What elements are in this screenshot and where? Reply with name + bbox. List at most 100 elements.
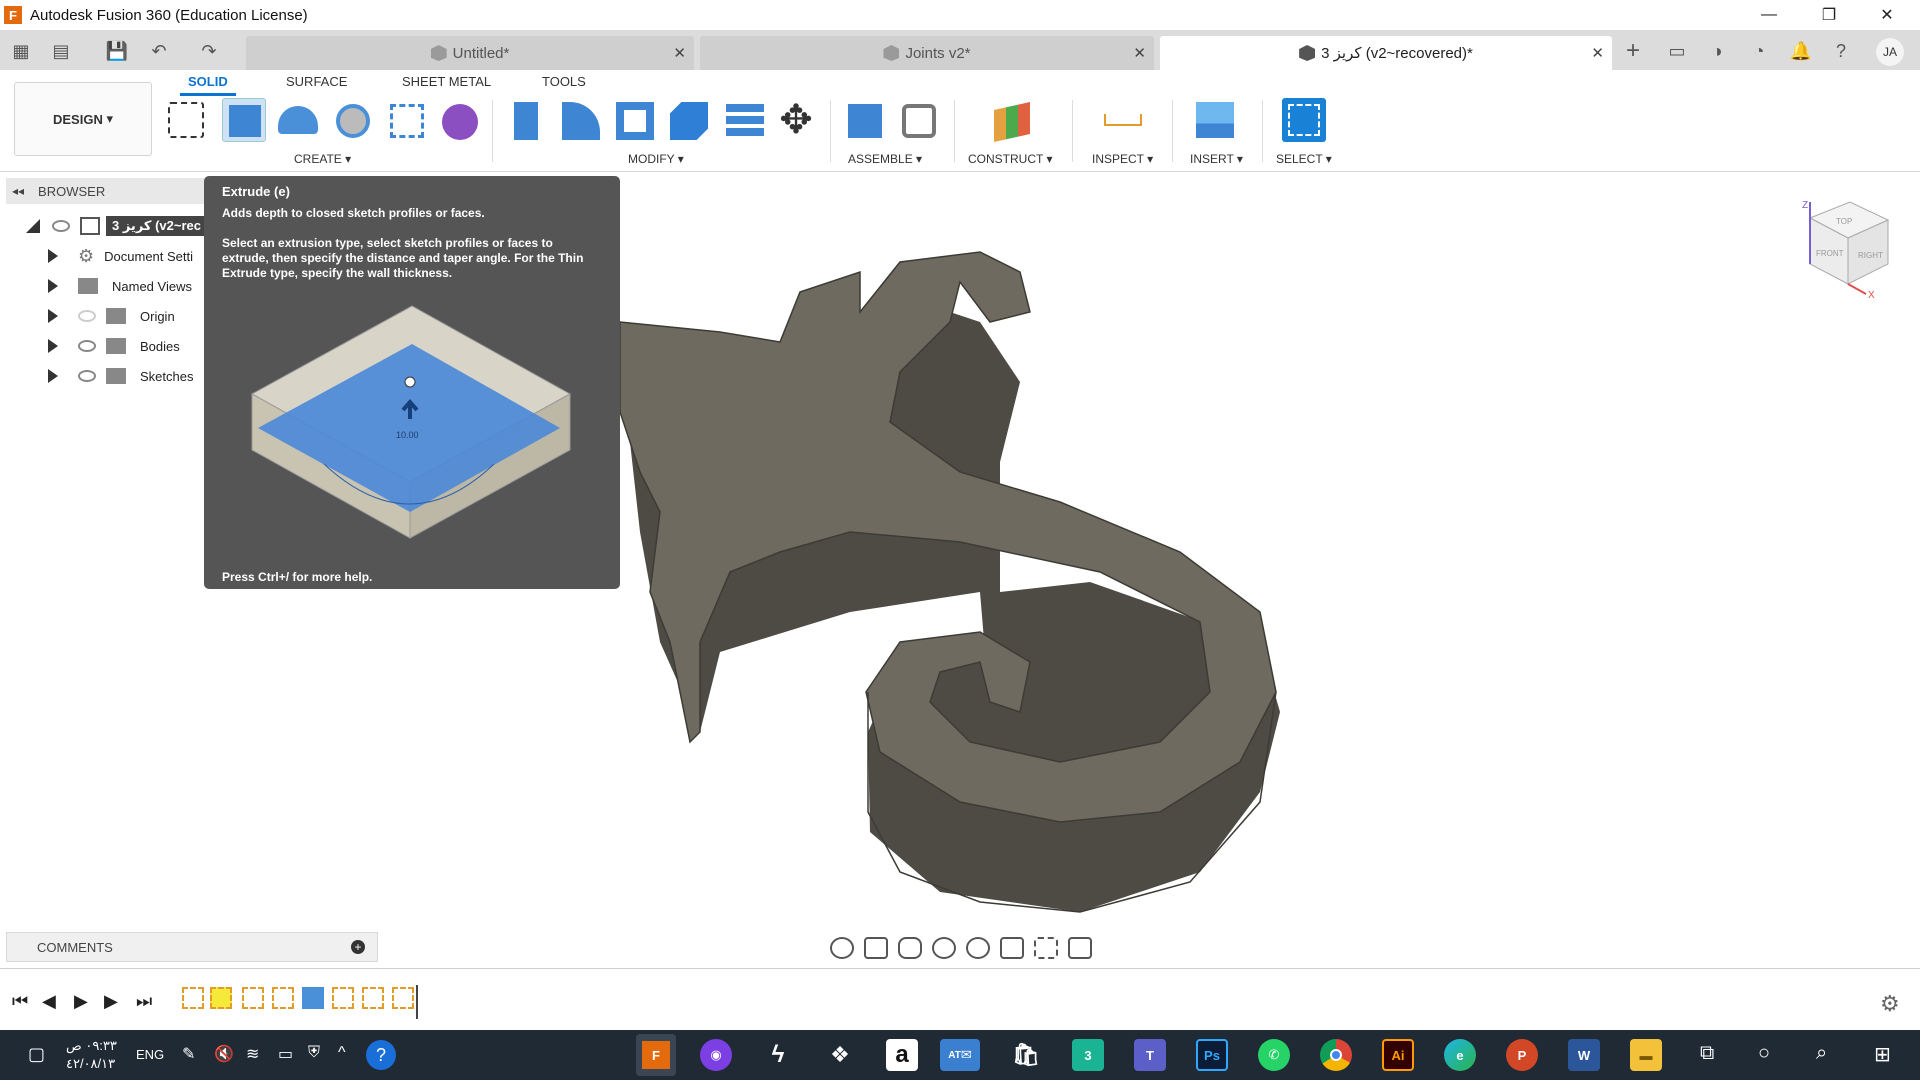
view-cube-right-label[interactable]: RIGHT bbox=[1858, 251, 1883, 260]
tab-tools[interactable]: TOOLS bbox=[542, 74, 586, 89]
help-app-icon[interactable]: ? bbox=[366, 1040, 396, 1070]
taskbar-photoshop-app[interactable]: Ps bbox=[1196, 1039, 1228, 1071]
data-panel-grid-icon[interactable]: ▦ bbox=[8, 38, 34, 64]
history-clock-icon[interactable]: ◔ bbox=[1746, 38, 1772, 64]
extrude-icon[interactable] bbox=[222, 98, 266, 142]
close-tab-icon[interactable]: ✕ bbox=[673, 44, 686, 62]
joint-icon[interactable] bbox=[896, 98, 940, 142]
browser-item-origin[interactable]: Origin bbox=[0, 302, 175, 330]
tab-sheet-metal[interactable]: SHEET METAL bbox=[402, 74, 491, 89]
timeline-sketch-feature[interactable] bbox=[392, 987, 414, 1009]
look-at-icon[interactable] bbox=[864, 937, 888, 959]
language-indicator[interactable]: ENG bbox=[136, 1047, 164, 1062]
taskbar-whatsapp-app[interactable]: ✆ bbox=[1258, 1039, 1290, 1071]
taskbar-illustrator-app[interactable]: Ai bbox=[1382, 1039, 1414, 1071]
go-to-start-icon[interactable]: ⏮ bbox=[12, 991, 28, 1012]
tab-joints[interactable]: Joints v2* ✕ bbox=[700, 36, 1154, 70]
timeline-sketch-feature[interactable] bbox=[242, 987, 264, 1009]
collapse-triangle-icon[interactable] bbox=[26, 219, 40, 233]
show-hidden-icons-chevron[interactable]: ^ bbox=[338, 1044, 346, 1062]
browser-item-document-settings[interactable]: ⚙ Document Setti bbox=[0, 242, 193, 270]
pan-hand-icon[interactable] bbox=[898, 937, 922, 959]
create-sketch-icon[interactable] bbox=[168, 102, 204, 138]
grid-settings-icon[interactable] bbox=[1034, 937, 1058, 959]
view-cube[interactable]: TOP FRONT RIGHT Z X bbox=[1800, 198, 1890, 301]
minimize-button[interactable]: — bbox=[1740, 0, 1798, 30]
timeline-sketch-feature[interactable] bbox=[332, 987, 354, 1009]
close-tab-icon[interactable]: ✕ bbox=[1133, 44, 1146, 62]
cortana-circle-icon[interactable]: ○ bbox=[1758, 1042, 1770, 1065]
save-icon[interactable]: 💾 bbox=[104, 38, 130, 64]
timeline-marker[interactable] bbox=[416, 985, 418, 1019]
step-forward-icon[interactable]: ▶ bbox=[104, 991, 118, 1012]
close-window-button[interactable]: ✕ bbox=[1858, 0, 1916, 30]
play-icon[interactable]: ▶ bbox=[74, 991, 88, 1012]
visibility-eye-icon[interactable] bbox=[78, 340, 96, 352]
zoom-window-icon[interactable] bbox=[966, 937, 990, 959]
close-tab-icon[interactable]: ✕ bbox=[1591, 44, 1604, 62]
timeline-settings-gear-icon[interactable]: ⚙ bbox=[1880, 991, 1900, 1017]
timeline-extrude-feature[interactable] bbox=[302, 987, 324, 1009]
fillet-icon[interactable] bbox=[558, 98, 602, 142]
taskbar-teams-app[interactable]: T bbox=[1134, 1039, 1166, 1071]
expand-triangle-icon[interactable] bbox=[48, 249, 58, 263]
offset-face-icon[interactable] bbox=[720, 98, 764, 142]
taskbar-word-app[interactable]: W bbox=[1568, 1039, 1600, 1071]
tab-solid[interactable]: SOLID bbox=[180, 74, 236, 96]
modify-menu-label[interactable]: MODIFY ▾ bbox=[628, 152, 684, 166]
taskbar-dropbox-app[interactable]: ❖ bbox=[824, 1039, 856, 1071]
taskbar-date[interactable]: ٤٢/٠٨/١٣ bbox=[66, 1056, 115, 1072]
notification-center-icon[interactable]: ▢ bbox=[28, 1044, 45, 1065]
visibility-eye-icon[interactable] bbox=[78, 370, 96, 382]
start-windows-icon[interactable]: ⊞ bbox=[1874, 1042, 1891, 1067]
notifications-bell-icon[interactable]: 🔔 bbox=[1788, 38, 1814, 64]
job-status-icon[interactable]: ▭ bbox=[1664, 38, 1690, 64]
tab-active-document[interactable]: كريز 3 (v2~recovered)* ✕ bbox=[1160, 36, 1612, 70]
taskbar-fusion-app[interactable]: F bbox=[636, 1034, 676, 1076]
expand-triangle-icon[interactable] bbox=[48, 279, 58, 293]
orbit-icon[interactable] bbox=[830, 937, 854, 959]
pen-icon[interactable]: ✎ bbox=[182, 1044, 195, 1064]
battery-icon[interactable]: ▭ bbox=[278, 1044, 293, 1064]
task-view-icon[interactable]: ⧉ bbox=[1700, 1042, 1714, 1065]
browser-root-row[interactable]: كريز 3 (v2~rec bbox=[0, 212, 206, 240]
browser-item-bodies[interactable]: Bodies bbox=[0, 332, 180, 360]
move-copy-icon[interactable]: ✥ bbox=[774, 98, 818, 142]
new-tab-plus-icon[interactable]: + bbox=[1620, 37, 1646, 64]
create-menu-label[interactable]: CREATE ▾ bbox=[294, 152, 351, 166]
root-component-label[interactable]: كريز 3 (v2~rec bbox=[106, 216, 206, 236]
restore-button[interactable]: ❐ bbox=[1800, 0, 1858, 30]
comments-panel[interactable]: COMMENTS + bbox=[6, 932, 378, 962]
press-pull-icon[interactable] bbox=[504, 98, 548, 142]
shell-icon[interactable] bbox=[612, 98, 656, 142]
taskbar-time[interactable]: ٠٩:٣٣ ص bbox=[66, 1038, 117, 1054]
volume-muted-icon[interactable]: 🔇 bbox=[214, 1044, 234, 1064]
browser-item-named-views[interactable]: Named Views bbox=[0, 272, 192, 300]
create-form-icon[interactable] bbox=[436, 98, 480, 142]
taskbar-mail-app[interactable]: AT ✉ bbox=[940, 1039, 980, 1071]
timeline-sketch-feature[interactable] bbox=[272, 987, 294, 1009]
offset-plane-icon[interactable] bbox=[990, 98, 1034, 142]
redo-icon[interactable]: ↷ bbox=[196, 38, 222, 64]
taskbar-edge-app[interactable]: e bbox=[1444, 1039, 1476, 1071]
combine-icon[interactable] bbox=[666, 98, 710, 142]
select-menu-label[interactable]: SELECT ▾ bbox=[1276, 152, 1332, 166]
construct-menu-label[interactable]: CONSTRUCT ▾ bbox=[968, 152, 1052, 166]
browser-header[interactable]: ◂◂ BROWSER bbox=[6, 178, 206, 204]
user-avatar[interactable]: JA bbox=[1876, 38, 1904, 66]
expand-triangle-icon[interactable] bbox=[48, 369, 58, 383]
search-icon[interactable]: ⌕ bbox=[1816, 1042, 1827, 1065]
select-icon[interactable] bbox=[1282, 98, 1326, 142]
new-component-icon[interactable] bbox=[842, 98, 886, 142]
taskbar-browser-app[interactable]: ◉ bbox=[700, 1039, 732, 1071]
taskbar-lightning-app[interactable]: ϟ bbox=[762, 1039, 794, 1071]
inspect-menu-label[interactable]: INSPECT ▾ bbox=[1092, 152, 1153, 166]
taskbar-store-app[interactable]: 🛍 bbox=[1010, 1039, 1042, 1071]
extensions-icon[interactable]: ◑ bbox=[1704, 38, 1730, 64]
step-back-icon[interactable]: ◀ bbox=[42, 991, 56, 1012]
workspace-switcher-button[interactable]: DESIGN ▾ bbox=[14, 82, 152, 156]
security-shield-icon[interactable]: ⛨ bbox=[308, 1044, 320, 1062]
timeline-sketch-feature[interactable] bbox=[182, 987, 204, 1009]
view-cube-graphic[interactable]: TOP FRONT RIGHT Z X bbox=[1800, 198, 1890, 301]
taskbar-app-3[interactable]: 3 bbox=[1072, 1039, 1104, 1071]
